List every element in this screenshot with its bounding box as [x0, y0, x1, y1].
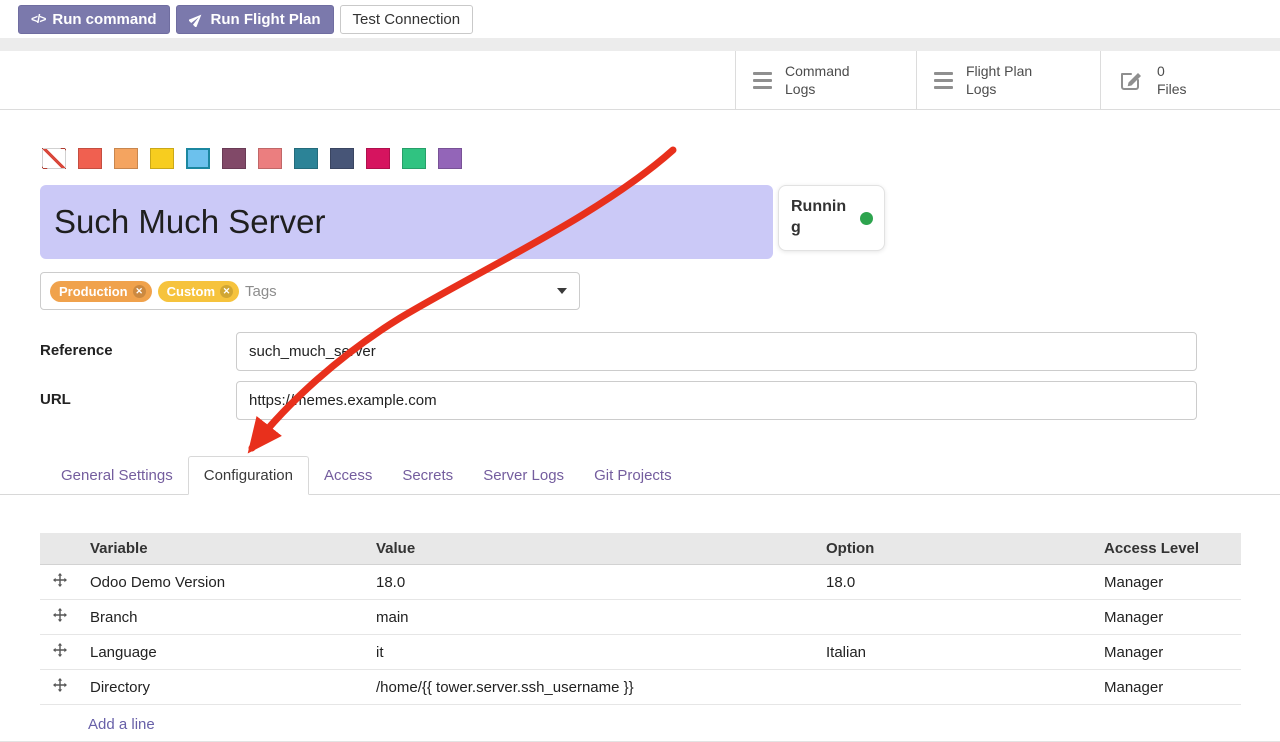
- table-row[interactable]: Language it Italian Manager: [40, 635, 1241, 670]
- tab-secrets[interactable]: Secrets: [387, 457, 468, 494]
- tag-label: Production: [59, 284, 128, 299]
- code-icon: </>: [31, 12, 45, 26]
- cell-variable[interactable]: Directory: [80, 670, 366, 705]
- col-variable: Variable: [80, 533, 366, 565]
- top-toolbar: </> Run command Run Flight Plan Test Con…: [0, 0, 1280, 38]
- remove-tag-icon[interactable]: ✕: [220, 285, 233, 298]
- command-logs-button[interactable]: Command Logs: [735, 51, 916, 109]
- test-connection-button[interactable]: Test Connection: [340, 5, 474, 34]
- run-flight-plan-label: Run Flight Plan: [211, 11, 321, 28]
- configuration-table: Variable Value Option Access Level Odoo …: [40, 533, 1241, 742]
- separator-band: [0, 38, 1280, 51]
- color-swatch-salmon[interactable]: [258, 148, 282, 169]
- server-name-input[interactable]: Such Much Server: [40, 185, 773, 259]
- plane-icon: [189, 12, 204, 27]
- add-line-link[interactable]: Add a line: [88, 716, 155, 733]
- title-row: Such Much Server Running: [40, 185, 1280, 259]
- tag-label: Custom: [167, 284, 215, 299]
- cell-value[interactable]: /home/{{ tower.server.ssh_username }}: [366, 670, 816, 705]
- color-swatch-teal[interactable]: [294, 148, 318, 169]
- status-dot: [860, 212, 873, 225]
- tab-server-logs[interactable]: Server Logs: [468, 457, 579, 494]
- cell-variable[interactable]: Branch: [80, 600, 366, 635]
- edit-icon: [1118, 68, 1144, 92]
- menu-icon: [753, 72, 772, 89]
- command-logs-line2: Logs: [785, 81, 815, 97]
- table-row[interactable]: Directory /home/{{ tower.server.ssh_user…: [40, 670, 1241, 705]
- cell-value[interactable]: 18.0: [366, 565, 816, 600]
- col-option: Option: [816, 533, 1094, 565]
- tag-custom[interactable]: Custom ✕: [158, 281, 239, 302]
- drag-handle-icon[interactable]: [53, 573, 67, 587]
- run-command-label: Run command: [52, 11, 156, 28]
- files-button[interactable]: 0 Files: [1100, 51, 1280, 109]
- reference-input[interactable]: [236, 332, 1197, 371]
- files-label: Files: [1157, 81, 1187, 97]
- color-swatch-yellow[interactable]: [150, 148, 174, 169]
- table-row[interactable]: Odoo Demo Version 18.0 18.0 Manager: [40, 565, 1241, 600]
- url-label: URL: [40, 381, 236, 420]
- table-row[interactable]: Branch main Manager: [40, 600, 1241, 635]
- cell-option[interactable]: [816, 600, 1094, 635]
- color-picker: [42, 148, 1280, 169]
- handle-column-header: [40, 533, 80, 565]
- cell-option[interactable]: [816, 670, 1094, 705]
- page: </> Run command Run Flight Plan Test Con…: [0, 0, 1280, 742]
- tab-configuration[interactable]: Configuration: [188, 456, 309, 495]
- tab-general-settings[interactable]: General Settings: [46, 457, 188, 494]
- tab-git-projects[interactable]: Git Projects: [579, 457, 687, 494]
- command-logs-line1: Command: [785, 63, 850, 79]
- col-value: Value: [366, 533, 816, 565]
- color-swatch-purple[interactable]: [438, 148, 462, 169]
- files-count: 0: [1157, 63, 1165, 79]
- cell-option[interactable]: Italian: [816, 635, 1094, 670]
- color-swatch-fuchsia[interactable]: [366, 148, 390, 169]
- status-card[interactable]: Running: [778, 185, 885, 251]
- drag-handle-icon[interactable]: [53, 643, 67, 657]
- cell-access[interactable]: Manager: [1094, 600, 1241, 635]
- chevron-down-icon[interactable]: [557, 288, 567, 294]
- drag-handle-icon[interactable]: [53, 608, 67, 622]
- menu-icon: [934, 72, 953, 89]
- cell-access[interactable]: Manager: [1094, 670, 1241, 705]
- notebook-tabs: General Settings Configuration Access Se…: [0, 456, 1280, 495]
- cell-value[interactable]: it: [366, 635, 816, 670]
- flight-plan-logs-button[interactable]: Flight Plan Logs: [916, 51, 1100, 109]
- url-row: URL: [40, 381, 1280, 420]
- cell-variable[interactable]: Odoo Demo Version: [80, 565, 366, 600]
- add-line-row: Add a line: [40, 705, 1241, 742]
- color-swatch-orange[interactable]: [114, 148, 138, 169]
- color-swatch-none[interactable]: [42, 148, 66, 169]
- color-swatch-red[interactable]: [78, 148, 102, 169]
- tags-placeholder: Tags: [245, 283, 277, 300]
- color-swatch-cyan[interactable]: [186, 148, 210, 169]
- color-swatch-dark-blue[interactable]: [330, 148, 354, 169]
- test-connection-label: Test Connection: [353, 11, 461, 28]
- header-row: Command Logs Flight Plan Logs 0 Files: [0, 51, 1280, 110]
- reference-row: Reference: [40, 332, 1280, 371]
- reference-label: Reference: [40, 332, 236, 371]
- cell-option[interactable]: 18.0: [816, 565, 1094, 600]
- run-flight-plan-button[interactable]: Run Flight Plan: [176, 5, 334, 34]
- url-input[interactable]: [236, 381, 1197, 420]
- table-header-row: Variable Value Option Access Level: [40, 533, 1241, 565]
- cell-access[interactable]: Manager: [1094, 565, 1241, 600]
- drag-handle-icon[interactable]: [53, 678, 67, 692]
- tag-production[interactable]: Production ✕: [50, 281, 152, 302]
- cell-value[interactable]: main: [366, 600, 816, 635]
- cell-variable[interactable]: Language: [80, 635, 366, 670]
- tags-field[interactable]: Production ✕ Custom ✕ Tags: [40, 272, 580, 310]
- cell-access[interactable]: Manager: [1094, 635, 1241, 670]
- tab-access[interactable]: Access: [309, 457, 387, 494]
- color-swatch-green[interactable]: [402, 148, 426, 169]
- status-label: Running: [791, 197, 847, 239]
- run-command-button[interactable]: </> Run command: [18, 5, 170, 34]
- remove-tag-icon[interactable]: ✕: [133, 285, 146, 298]
- flight-plan-logs-line1: Flight Plan: [966, 63, 1032, 79]
- flight-plan-logs-line2: Logs: [966, 81, 996, 97]
- col-access-level: Access Level: [1094, 533, 1241, 565]
- color-swatch-dark-purple[interactable]: [222, 148, 246, 169]
